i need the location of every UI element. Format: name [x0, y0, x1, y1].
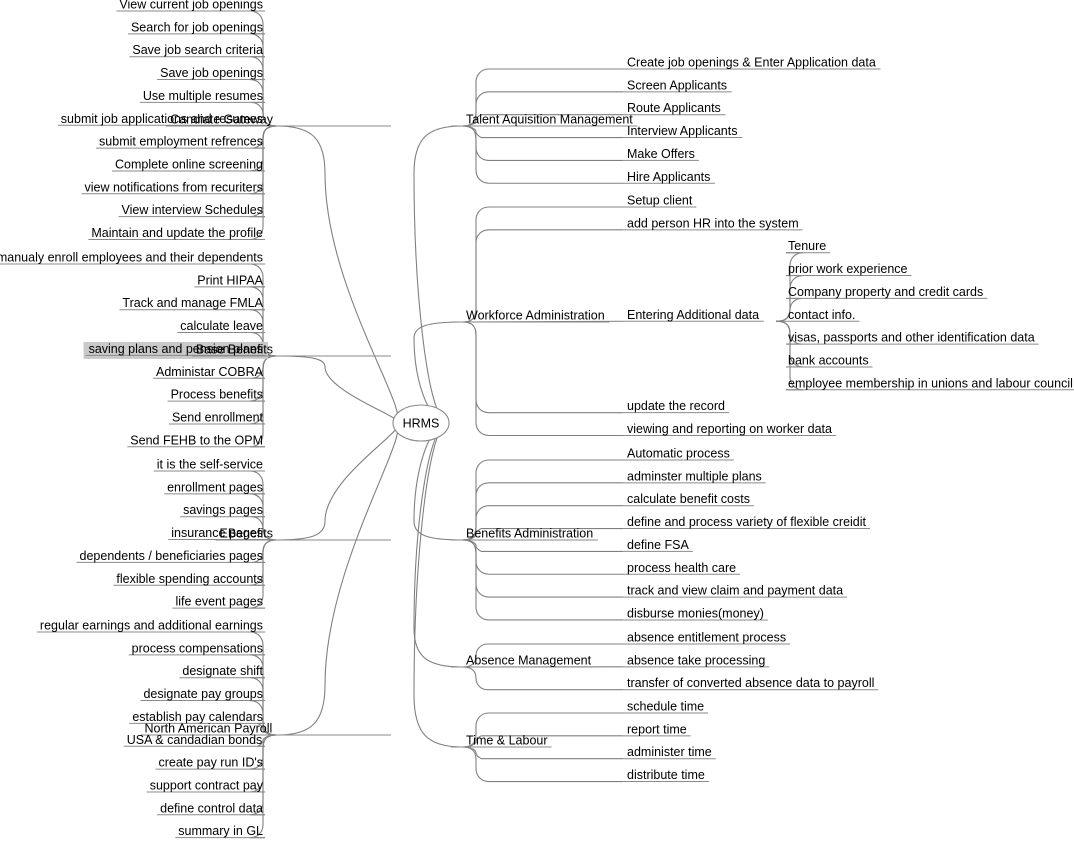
leaf-establish-pay-calendars-label[interactable]: establish pay calendars [132, 710, 263, 724]
leaf-manualy-enroll-employees-and-their-dependents-label[interactable]: manualy enroll employees and their depen… [0, 251, 263, 265]
leaf-report-time-label[interactable]: report time [627, 722, 687, 736]
leaf-automatic-process-label[interactable]: Automatic process [627, 447, 730, 461]
leaf-complete-online-screening-label[interactable]: Complete online screening [115, 157, 263, 171]
leaf-create-job-openings-and-enter-application-data-label[interactable]: Create job openings & Enter Application … [627, 56, 876, 70]
leaf-create-pay-run-id-s-label[interactable]: create pay run ID's [158, 756, 263, 770]
leaf-setup-client-label[interactable]: Setup client [627, 194, 693, 208]
leaf-link-process-health-care [461, 539, 623, 575]
leaf-route-applicants-label[interactable]: Route Applicants [627, 101, 721, 115]
branch-time-and-labour-label[interactable]: Time & Labour [466, 734, 548, 748]
leaf-define-fsa-label[interactable]: define FSA [627, 538, 690, 552]
leaf-link-interview-applicants [461, 125, 623, 139]
leaf-view-interview-schedules-label[interactable]: View interview Schedules [121, 203, 263, 217]
leaf-link-transfer-of-converted-absence-data-to-payroll [461, 666, 623, 691]
leaf-insurance-pages-label[interactable]: insurance pages [171, 526, 263, 540]
leaf-print-hipaa-label[interactable]: Print HIPAA [197, 273, 263, 287]
leaf-add-person-hr-into-the-system-label[interactable]: add person HR into the system [627, 216, 799, 230]
leaf-prior-work-experience-label[interactable]: prior work experience [788, 262, 908, 276]
node-labels-layer: Candiate GatewayView current job opening… [0, 0, 1073, 838]
leaf-designate-pay-groups-label[interactable]: designate pay groups [143, 687, 263, 701]
trunk-link-absence-management [413, 422, 463, 668]
leaf-link-disburse-monies-money [461, 539, 623, 621]
leaf-transfer-of-converted-absence-data-to-payroll-label[interactable]: transfer of converted absence data to pa… [627, 676, 874, 690]
leaf-it-is-the-self-service-label[interactable]: it is the self-service [157, 458, 263, 472]
trunk-link-base-benefits [276, 355, 399, 424]
leaf-adminster-multiple-plans-label[interactable]: adminster multiple plans [627, 469, 762, 483]
leaf-schedule-time-label[interactable]: schedule time [627, 700, 704, 714]
leaf-contact-info-label[interactable]: contact info. [788, 308, 855, 322]
leaf-calculate-benefit-costs-label[interactable]: calculate benefit costs [627, 492, 750, 506]
leaf-define-and-process-variety-of-flexible-creidit-label[interactable]: define and process variety of flexible c… [627, 515, 867, 529]
leaf-usa-and-candadian-bonds-label[interactable]: USA & candadian bonds [127, 733, 263, 747]
branch-workforce-administration-label[interactable]: Workforce Administration [466, 309, 605, 323]
leaf-visas-passports-and-other-identification-data-label[interactable]: visas, passports and other identificatio… [788, 331, 1035, 345]
leaf-link-make-offers [461, 125, 623, 161]
leaf-interview-applicants-label[interactable]: Interview Applicants [627, 124, 737, 138]
center-node-layer: HRMS [392, 404, 450, 442]
leaf-link-administer-time [461, 746, 623, 760]
leaf-distribute-time-label[interactable]: distribute time [627, 768, 705, 782]
center-node-label: HRMS [403, 416, 440, 430]
leaf-send-enrollment-label[interactable]: Send enrollment [172, 410, 264, 424]
trunk-link-candiate-gateway [276, 125, 399, 424]
leaf-link-setup-client [461, 206, 623, 323]
leaf-bank-accounts-label[interactable]: bank accounts [788, 353, 869, 367]
leaf-link-distribute-time [461, 746, 623, 783]
branch-absence-management-label[interactable]: Absence Management [466, 654, 592, 668]
leaf-process-health-care-label[interactable]: process health care [627, 561, 736, 575]
leaf-support-contract-pay-label[interactable]: support contract pay [150, 778, 264, 792]
leaf-submit-employment-refrences-label[interactable]: submit employment refrences [99, 135, 263, 149]
leaf-link-hire-applicants [461, 125, 623, 184]
leaf-use-multiple-resumes-label[interactable]: Use multiple resumes [143, 89, 263, 103]
trunk-link-time-and-labour [413, 422, 463, 748]
leaf-summary-in-gl-label[interactable]: summary in GL [178, 824, 263, 838]
leaf-search-for-job-openings-label[interactable]: Search for job openings [131, 20, 263, 34]
leaf-link-viewing-and-reporting-on-worker-data [461, 321, 623, 437]
leaf-define-control-data-label[interactable]: define control data [160, 801, 263, 815]
leaf-process-compensations-label[interactable]: process compensations [132, 641, 263, 655]
leaf-viewing-and-reporting-on-worker-data-label[interactable]: viewing and reporting on worker data [627, 422, 832, 436]
leaf-view-current-job-openings-label[interactable]: View current job openings [119, 0, 263, 12]
leaf-send-fehb-to-the-opm-label[interactable]: Send FEHB to the OPM [130, 433, 263, 447]
leaf-designate-shift-label[interactable]: designate shift [182, 664, 263, 678]
leaf-administar-cobra-label[interactable]: Administar COBRA [156, 365, 264, 379]
leaf-company-property-and-credit-cards-label[interactable]: Company property and credit cards [788, 285, 983, 299]
leaf-link-update-the-record [461, 321, 623, 414]
leaf-disburse-monies-money-label[interactable]: disburse monies(money) [627, 606, 764, 620]
trunk-link-talent-aquisition-management [413, 125, 463, 424]
leaf-absence-take-processing-label[interactable]: absence take processing [627, 653, 765, 667]
leaf-dependents-beneficiaries-pages-label[interactable]: dependents / beneficiaries pages [80, 549, 263, 563]
leaf-submit-job-applications-and-resumes-label[interactable]: submit job applications and resumes [61, 112, 263, 126]
leaf-track-and-view-claim-and-payment-data-label[interactable]: track and view claim and payment data [627, 584, 843, 598]
leaf-view-notifications-from-recuriters-label[interactable]: view notifications from recuriters [84, 180, 263, 194]
leaf-tenure-label[interactable]: Tenure [788, 239, 826, 253]
leaf-enrollment-pages-label[interactable]: enrollment pages [167, 480, 263, 494]
leaf-update-the-record-label[interactable]: update the record [627, 399, 725, 413]
leaf-link-define-fsa [461, 539, 623, 552]
leaf-link-track-and-view-claim-and-payment-data [461, 539, 623, 598]
leaf-calculate-leave-label[interactable]: calculate leave [180, 319, 263, 333]
mindmap-svg: Candiate GatewayView current job opening… [0, 0, 1074, 839]
trunk-link-north-american-payroll [276, 422, 399, 736]
leaf-regular-earnings-and-additional-earnings-label[interactable]: regular earnings and additional earnings [40, 619, 263, 633]
leaf-flexible-spending-accounts-label[interactable]: flexible spending accounts [116, 572, 263, 586]
leaf-maintain-and-update-the-profile-label[interactable]: Maintain and update the profile [91, 226, 263, 240]
leaf-life-event-pages-label[interactable]: life event pages [175, 595, 263, 609]
leaf-save-job-search-criteria-label[interactable]: Save job search criteria [132, 43, 263, 57]
leaf-screen-applicants-label[interactable]: Screen Applicants [627, 78, 727, 92]
leaf-savings-pages-label[interactable]: savings pages [183, 503, 263, 517]
leaf-saving-plans-and-pension-plans-label[interactable]: saving plans and pension plans [89, 342, 263, 356]
leaf-make-offers-label[interactable]: Make Offers [627, 147, 695, 161]
branch-benefits-administration-label[interactable]: Benefits Administration [466, 527, 593, 541]
leaf-hire-applicants-label[interactable]: Hire Applicants [627, 170, 710, 184]
leaf-track-and-manage-fmla-label[interactable]: Track and manage FMLA [122, 296, 263, 310]
leaf-save-job-openings-label[interactable]: Save job openings [160, 66, 263, 80]
leaf-administer-time-label[interactable]: administer time [627, 745, 712, 759]
subbranch-entering-additional-data-label[interactable]: Entering Additional data [627, 308, 759, 322]
leaf-absence-entitlement-process-label[interactable]: absence entitlement process [627, 631, 786, 645]
mindmap-canvas: Candiate Gateway View current job opening… [0, 0, 1074, 848]
branch-talent-aquisition-management-label[interactable]: Talent Aquisition Management [466, 113, 633, 127]
leaf-process-benefits-label[interactable]: Process benefits [171, 388, 263, 402]
leaf-employee-membership-in-unions-and-labour-council-label[interactable]: employee membership in unions and labour… [788, 376, 1073, 390]
